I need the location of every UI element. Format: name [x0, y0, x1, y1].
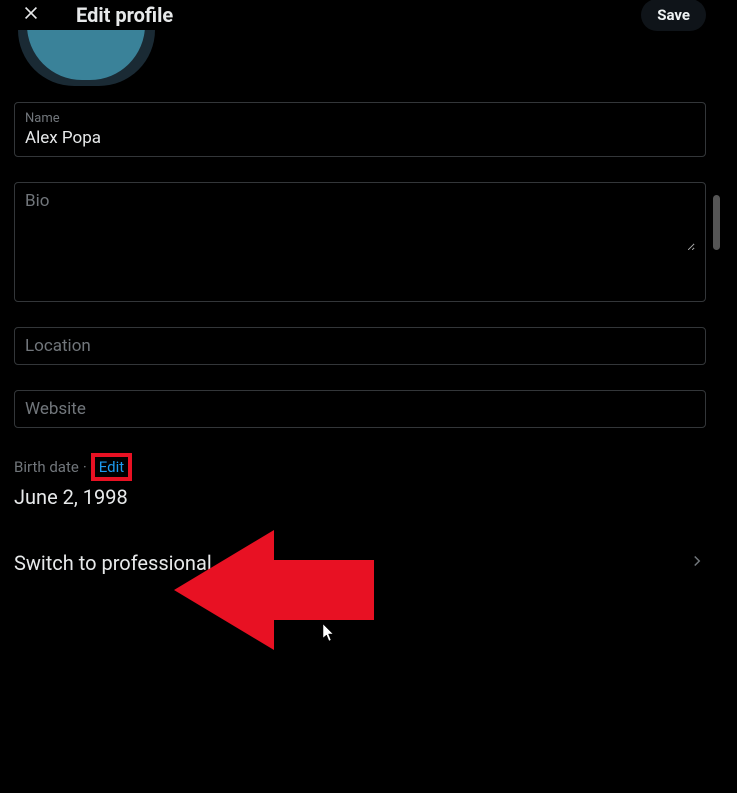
name-field[interactable]: Name [14, 102, 706, 157]
chevron-right-icon [688, 552, 706, 574]
avatar-image [27, 30, 145, 80]
edit-birth-date-link[interactable]: Edit [91, 453, 132, 481]
edit-profile-modal: Edit profile Save Name Bio Location Webs… [0, 0, 720, 793]
close-button[interactable] [14, 0, 48, 32]
location-label: Location [25, 325, 91, 367]
modal-header: Edit profile Save [0, 0, 720, 30]
website-field[interactable]: Website [14, 390, 706, 428]
avatar[interactable] [14, 30, 159, 90]
page-title: Edit profile [76, 3, 641, 27]
scrollbar[interactable] [713, 195, 720, 250]
mouse-cursor-icon [323, 624, 337, 646]
bio-field[interactable]: Bio [14, 182, 706, 302]
name-input[interactable] [25, 128, 695, 148]
separator-dot: · [83, 458, 87, 476]
website-label: Website [25, 388, 86, 430]
birth-date-label-row: Birth date · Edit [14, 453, 706, 481]
name-label: Name [25, 111, 695, 126]
bio-input[interactable] [25, 211, 695, 251]
switch-to-professional-label: Switch to professional [14, 551, 212, 575]
avatar-section [0, 30, 720, 90]
save-button[interactable]: Save [641, 0, 706, 31]
birth-date-value: June 2, 1998 [14, 485, 706, 509]
birth-date-label: Birth date [14, 458, 79, 476]
location-field[interactable]: Location [14, 327, 706, 365]
close-icon [21, 3, 41, 27]
switch-to-professional-row[interactable]: Switch to professional [0, 537, 720, 589]
birth-date-section: Birth date · Edit June 2, 1998 [0, 453, 720, 509]
form-fields: Name Bio Location Website [0, 102, 720, 428]
